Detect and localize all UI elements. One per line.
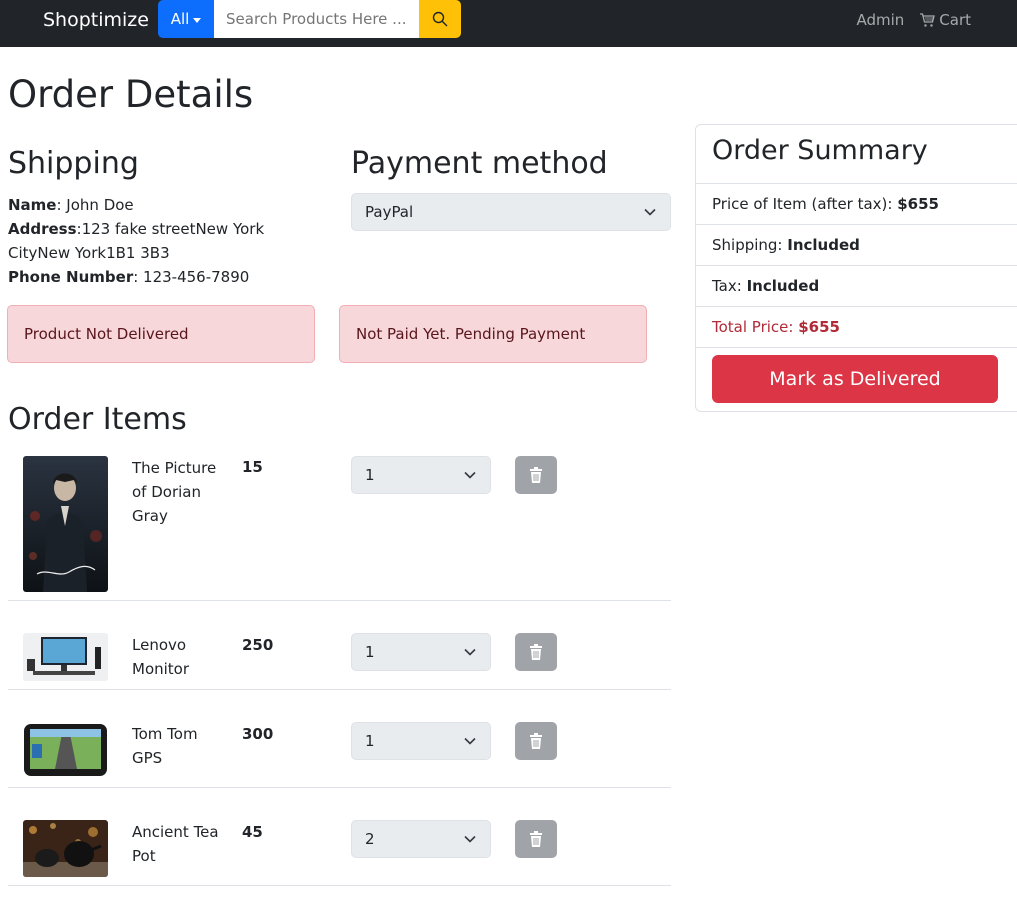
payment-method-value: PayPal (365, 203, 414, 221)
item-name[interactable]: The Picture of Dorian Gray (132, 456, 232, 528)
chevron-down-icon (464, 835, 476, 843)
chevron-down-icon (464, 737, 476, 745)
item-image-teapot-photo[interactable] (23, 820, 108, 877)
shipping-phone: Phone Number: 123-456-7890 (8, 268, 250, 286)
item-name[interactable]: Tom Tom GPS (132, 722, 232, 770)
item-price: 45 (242, 823, 263, 841)
cart-icon (920, 12, 936, 27)
search-bar: All (158, 0, 461, 38)
caret-down-icon (193, 17, 202, 23)
shipping-info: Name: John Doe Address:123 fake streetNe… (8, 193, 328, 289)
item-name[interactable]: Ancient Tea Pot (132, 820, 232, 868)
mark-as-delivered-button[interactable]: Mark as Delivered (712, 355, 998, 403)
search-button[interactable] (419, 0, 461, 38)
search-category-dropdown[interactable]: All (158, 0, 214, 38)
item-name[interactable]: Lenovo Monitor (132, 633, 232, 681)
brand-logo[interactable]: Shoptimize (43, 9, 149, 31)
shipping-heading: Shipping (8, 146, 139, 181)
payment-status-text: Not Paid Yet. Pending Payment (356, 325, 586, 343)
divider (696, 306, 1017, 307)
trash-icon (530, 644, 542, 660)
summary-price-row: Price of Item (after tax): $655 (712, 195, 939, 213)
quantity-select[interactable]: 2 (351, 820, 491, 858)
payment-status-alert: Not Paid Yet. Pending Payment (339, 305, 647, 363)
order-item-row: The Picture of Dorian Gray 15 1 (8, 444, 671, 601)
search-icon (432, 11, 448, 27)
admin-label: Admin (856, 11, 905, 29)
quantity-select[interactable]: 1 (351, 722, 491, 760)
delivery-status-text: Product Not Delivered (24, 325, 189, 343)
search-input[interactable] (214, 0, 419, 38)
quantity-value: 2 (365, 830, 375, 848)
payment-heading: Payment method (351, 146, 608, 181)
summary-tax-row: Tax: Included (712, 277, 820, 295)
order-item-row: Lenovo Monitor 250 1 (8, 601, 671, 690)
item-image-monitor-photo[interactable] (23, 633, 108, 681)
cart-link[interactable]: Cart (919, 11, 971, 29)
quantity-value: 1 (365, 466, 375, 484)
trash-icon (530, 733, 542, 749)
summary-shipping-row: Shipping: Included (712, 236, 860, 254)
delete-item-button[interactable] (515, 633, 557, 671)
chevron-down-icon (644, 208, 656, 216)
order-items-heading: Order Items (8, 402, 187, 437)
quantity-value: 1 (365, 643, 375, 661)
quantity-select[interactable]: 1 (351, 456, 491, 494)
divider (696, 265, 1017, 266)
navbar: Shoptimize All Admin Cart (0, 0, 1017, 47)
divider (696, 347, 1017, 348)
shipping-address: Address:123 fake streetNew York CityNew … (8, 220, 265, 262)
trash-icon (530, 467, 542, 483)
payment-method-select[interactable]: PayPal (351, 193, 671, 231)
order-summary-card: Order Summary Price of Item (after tax):… (695, 124, 1017, 412)
page-title: Order Details (8, 73, 254, 116)
item-price: 15 (242, 458, 263, 476)
trash-icon (530, 831, 542, 847)
delete-item-button[interactable] (515, 820, 557, 858)
admin-link[interactable]: Admin (856, 11, 904, 29)
search-category-label: All (170, 10, 190, 28)
order-item-row: Ancient Tea Pot 45 2 (8, 788, 671, 886)
item-price: 250 (242, 636, 274, 654)
shipping-name: Name: John Doe (8, 196, 134, 214)
order-summary-title: Order Summary (712, 135, 928, 166)
chevron-down-icon (464, 471, 476, 479)
quantity-select[interactable]: 1 (351, 633, 491, 671)
divider (696, 183, 1017, 184)
order-item-row: Tom Tom GPS 300 1 (8, 690, 671, 788)
item-price: 300 (242, 725, 274, 743)
quantity-value: 1 (365, 732, 375, 750)
chevron-down-icon (464, 648, 476, 656)
delete-item-button[interactable] (515, 722, 557, 760)
delete-item-button[interactable] (515, 456, 557, 494)
divider (696, 224, 1017, 225)
item-image-gps-photo[interactable] (23, 722, 108, 778)
summary-total-row: Total Price: $655 (712, 318, 840, 336)
item-image-book-cover[interactable] (23, 456, 108, 592)
cart-label: Cart (939, 11, 971, 29)
delivery-status-alert: Product Not Delivered (7, 305, 315, 363)
